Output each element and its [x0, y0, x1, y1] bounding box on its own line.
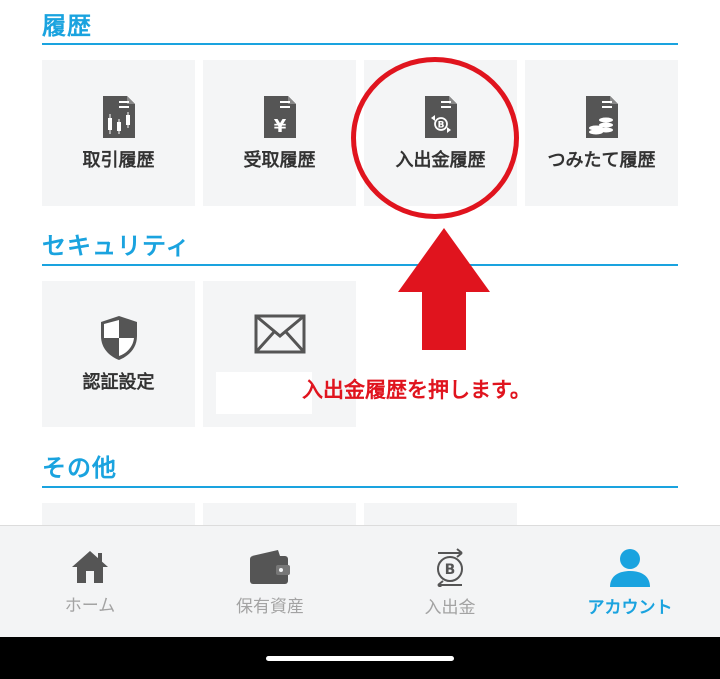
cover-patch [216, 372, 312, 414]
tile-label: 取引履歴 [82, 150, 155, 171]
section-title-security: セキュリティ [42, 232, 191, 260]
up-arrow-annotation [398, 228, 490, 350]
section-divider [42, 486, 678, 488]
section-title-history: 履歴 [42, 12, 92, 40]
section-divider [42, 264, 678, 266]
annotation-text: 入出金履歴を押します。 [302, 378, 531, 402]
tile-trade-history[interactable]: 取引履歴 [42, 60, 195, 206]
deposit-withdraw-history-icon: B [424, 96, 457, 138]
tab-label: アカウント [587, 597, 673, 618]
home-icon [72, 550, 108, 583]
wallet-icon [250, 549, 290, 584]
svg-text:B: B [437, 121, 444, 131]
bottom-tab-bar: ホーム 保有資産 B 入出金 アカウント [0, 525, 720, 638]
tile-label: 入出金履歴 [395, 150, 486, 171]
bitcoin-transfer-icon: B [437, 547, 463, 587]
tile-accumulation-history[interactable]: つみたて履歴 [525, 60, 678, 206]
tab-account[interactable]: アカウント [540, 526, 720, 638]
tab-assets[interactable]: 保有資産 [180, 526, 360, 638]
tile-other-2[interactable] [203, 503, 356, 525]
tab-label: 保有資産 [236, 596, 304, 617]
tab-label: 入出金 [424, 597, 476, 618]
accumulation-history-icon [585, 96, 618, 138]
tab-deposit-withdraw[interactable]: B 入出金 [360, 526, 540, 638]
tile-deposit-withdraw-history[interactable]: B 入出金履歴 [364, 60, 517, 206]
shield-icon [100, 316, 137, 360]
section-title-other: その他 [42, 454, 117, 482]
receive-history-icon: ¥ [263, 96, 296, 138]
mail-icon [254, 314, 305, 354]
section-divider [42, 43, 678, 45]
tile-label: 認証設定 [82, 372, 155, 393]
tile-other-3[interactable] [364, 503, 517, 525]
tile-label: つみたて履歴 [547, 150, 656, 171]
tile-receive-history[interactable]: ¥ 受取履歴 [203, 60, 356, 206]
svg-text:¥: ¥ [273, 116, 286, 137]
trade-history-icon [102, 96, 135, 138]
home-indicator[interactable] [266, 656, 454, 661]
tab-home[interactable]: ホーム [0, 526, 180, 638]
tab-label: ホーム [64, 595, 116, 616]
person-icon [610, 548, 650, 587]
tile-label: 受取履歴 [243, 150, 316, 171]
tile-auth-settings[interactable]: 認証設定 [42, 281, 195, 427]
tile-other-1[interactable] [42, 503, 195, 525]
svg-text:B: B [445, 562, 456, 578]
